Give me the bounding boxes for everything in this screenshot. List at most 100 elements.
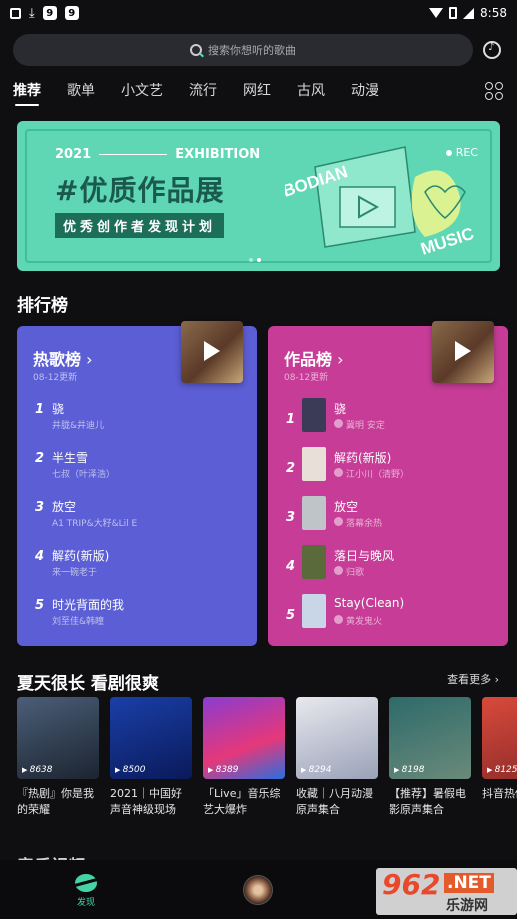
chart-row[interactable]: 3 放空 落幕余热 [284, 496, 496, 545]
banner-year: 2021 [55, 147, 92, 162]
works-chart-card[interactable]: 作品榜 08-12更新 1 骁冀明 安定 2 解药(新版) 江小川（清野） 3 放空落幕… [268, 321, 508, 646]
play-count: 8389 [208, 765, 239, 775]
song-title: 放空 [52, 500, 77, 514]
chart-row[interactable]: 2 解药(新版) 江小川（清野） [284, 447, 496, 496]
hot-chart-card[interactable]: 热歌榜 08-12更新 1骁井胧&井迪儿 2 半生雪七叔（叶泽浩） 3 放空 A1 T… [17, 321, 257, 646]
download-icon: ⤓ [29, 5, 35, 21]
play-count: 8294 [301, 765, 332, 775]
song-title: Stay(Clean) [334, 596, 405, 610]
playlist-card[interactable]: 8294 收藏｜八月动漫原声集合 [296, 697, 378, 818]
battery-icon [449, 7, 458, 19]
works-chart-play-cover[interactable] [432, 321, 494, 383]
song-artist: 黄发鬼火 [334, 614, 382, 627]
search-input[interactable]: 搜索你想听的歌曲 [13, 34, 473, 66]
see-more-link[interactable]: 查看更多 › [447, 671, 499, 687]
tab-anime[interactable]: 动漫 [351, 81, 379, 101]
song-artist: 来一碗老于 [52, 568, 98, 578]
playlist-title: 2021｜中国好声音神级现场 [110, 787, 182, 816]
clock: 8:58 [480, 6, 507, 20]
charts-section-title: 排行榜 [17, 296, 68, 316]
rank-number: 2 [286, 461, 296, 476]
all-categories-icon[interactable] [485, 82, 503, 100]
tab-recommend[interactable]: 推荐 [13, 81, 41, 106]
watermark-net: .NET [444, 873, 494, 893]
watermark-name: 乐游网 [446, 898, 488, 914]
chart-row[interactable]: 3 放空 A1 TRIP&大籽&Lil E [33, 496, 245, 545]
chart-row[interactable]: 4 解药(新版) 来一碗老于 [33, 545, 245, 594]
summer-section-title: 夏天很长 看剧很爽 [17, 674, 159, 694]
watermark-number: 962 [382, 868, 441, 901]
tab-indie[interactable]: 小文艺 [121, 81, 163, 101]
playlist-card[interactable]: 8198 【推荐】暑假电影原声集合 [389, 697, 471, 818]
hot-chart-list: 1 骁井胧&井迪儿 2 半生雪七叔（叶泽浩） 3 放空 A1 TRIP&大籽&Lil E… [33, 398, 245, 643]
playlist-card[interactable]: 8500 2021｜中国好声音神级现场 [110, 697, 192, 818]
song-title: 解药(新版) [334, 451, 392, 465]
song-artist: 归歌 [334, 565, 364, 578]
song-title: 半生雪 [52, 451, 89, 465]
rank-number: 2 [35, 451, 45, 466]
works-chart-list: 1 骁冀明 安定 2 解药(新版) 江小川（清野） 3 放空 落幕余热 4 落日与晚风 归歌 … [284, 398, 496, 643]
banner-subtitle: 优秀创作者发现计划 [55, 213, 225, 238]
rank-number: 4 [286, 559, 296, 574]
tab-chinese-style[interactable]: 古风 [297, 81, 325, 101]
song-thumbnail [302, 447, 326, 481]
banner-header: 2021 EXHIBITION [55, 147, 260, 162]
rank-number: 5 [286, 608, 296, 623]
playlist-card[interactable]: 8638 『热剧』你是我的荣耀 [17, 697, 99, 818]
chart-row[interactable]: 5 Stay(Clean) 黄发鬼火 [284, 594, 496, 643]
song-artist: 冀明 安定 [334, 418, 385, 431]
song-artist: 落幕余热 [334, 516, 382, 529]
wifi-icon [429, 8, 444, 18]
playlist-card[interactable]: 8125 抖音热你上头 [482, 697, 517, 818]
play-count: 8198 [394, 765, 425, 775]
song-artist: 井胧&井迪儿 [52, 421, 105, 431]
chart-row[interactable]: 1 骁井胧&井迪儿 [33, 398, 245, 447]
song-thumbnail [302, 594, 326, 628]
playlist-cover: 8389 [203, 697, 285, 779]
rank-number: 1 [286, 412, 296, 427]
hot-chart-play-cover[interactable] [181, 321, 243, 383]
hot-chart-updated: 08-12更新 [33, 373, 78, 383]
works-chart-updated: 08-12更新 [284, 373, 329, 383]
song-title: 解药(新版) [52, 549, 110, 563]
chart-row[interactable]: 5 时光背面的我 刘至佳&韩瞳 [33, 594, 245, 643]
song-thumbnail [302, 398, 326, 432]
promo-banner[interactable]: 2021 EXHIBITION #优质作品展 优秀创作者发现计划 REC BOD… [17, 121, 500, 271]
playlist-title: 【推荐】暑假电影原声集合 [389, 787, 466, 816]
music-recognition-icon[interactable] [483, 41, 501, 59]
play-count: 8125 [487, 765, 517, 775]
playlist-cover: 8500 [110, 697, 192, 779]
banner-divider [99, 154, 168, 155]
song-artist: 江小川（清野） [334, 467, 409, 480]
hot-chart-title[interactable]: 热歌榜 [33, 346, 93, 370]
search-icon [190, 44, 202, 56]
tab-internet[interactable]: 网红 [243, 81, 271, 101]
works-chart-title[interactable]: 作品榜 [284, 346, 344, 370]
app-badge-icon: 9 [64, 6, 79, 20]
chart-row[interactable]: 2 半生雪七叔（叶泽浩） [33, 447, 245, 496]
tab-playlist[interactable]: 歌单 [67, 81, 95, 101]
category-tabs: 推荐 歌单 小文艺 流行 网红 古风 动漫 [13, 81, 503, 106]
planet-icon [75, 874, 97, 892]
playlist-card[interactable]: 8389 「Live」音乐综艺大爆炸 [203, 697, 285, 818]
rank-number: 5 [35, 598, 45, 613]
play-count: 8500 [115, 765, 146, 775]
chart-row[interactable]: 1 骁冀明 安定 [284, 398, 496, 447]
now-playing-disc[interactable] [243, 875, 273, 905]
rank-number: 1 [35, 402, 45, 417]
rank-number: 3 [286, 510, 296, 525]
nav-discover-label: 发现 [76, 898, 95, 908]
song-thumbnail [302, 545, 326, 579]
site-watermark: 962 .NET 乐游网 [376, 868, 517, 915]
nav-discover[interactable]: 发现 [72, 874, 100, 908]
playlist-title: 『热剧』你是我的荣耀 [17, 787, 94, 816]
chart-row[interactable]: 4 落日与晚风 归歌 [284, 545, 496, 594]
banner-title: #优质作品展 [55, 174, 225, 207]
playlist-cover: 8294 [296, 697, 378, 779]
song-artist: 刘至佳&韩瞳 [52, 617, 105, 627]
song-title: 骁 [334, 402, 347, 416]
tab-pop[interactable]: 流行 [189, 81, 217, 101]
rank-number: 4 [35, 549, 45, 564]
song-artist: 七叔（叶泽浩） [52, 470, 116, 480]
song-title: 骁 [52, 402, 65, 416]
